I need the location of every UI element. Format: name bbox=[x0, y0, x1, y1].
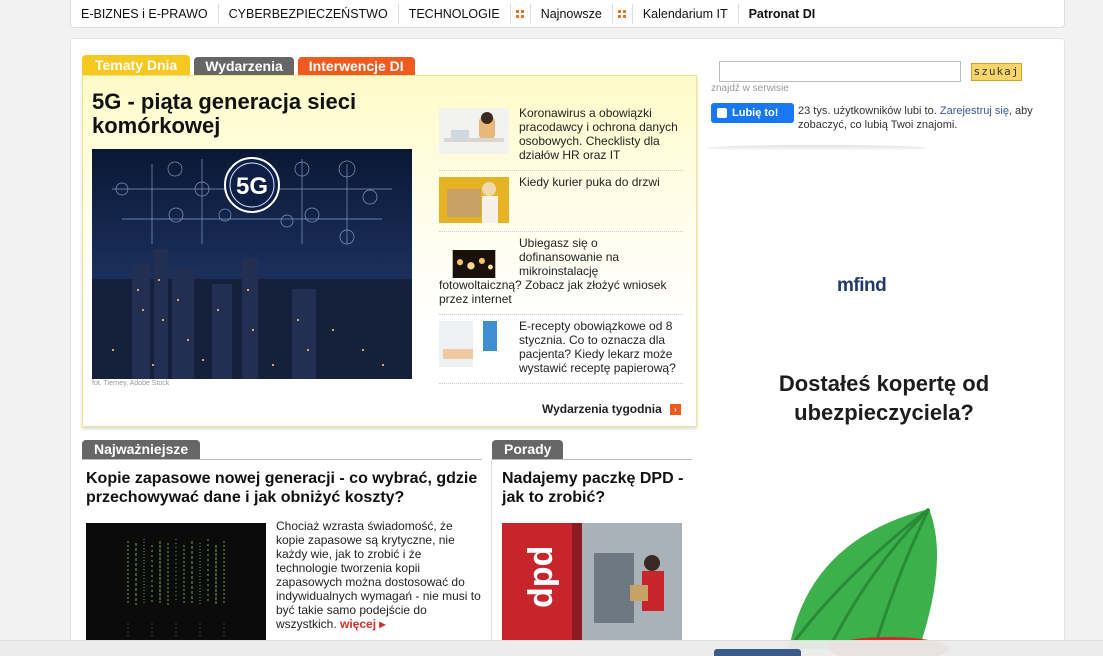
cookie-bar bbox=[0, 640, 1103, 656]
sidebar-divider bbox=[707, 145, 927, 151]
advertisement[interactable]: mfind Dostałeś kopertę od ubezpieczyciel… bbox=[739, 189, 1059, 656]
facebook-like-text: 23 tys. użytkowników lubi to. Zarejestru… bbox=[798, 105, 1033, 131]
tab-wydarzenia[interactable]: Wydarzenia bbox=[194, 57, 294, 75]
news-item[interactable]: E-recepty obowiązkowe od 8 stycznia. Co … bbox=[439, 315, 683, 384]
weekly-events-link[interactable]: Wydarzenia tygodnia › bbox=[542, 402, 681, 416]
column-divider bbox=[491, 459, 492, 656]
search-hint: znajdź w serwisie bbox=[711, 83, 789, 94]
news-thumbnail bbox=[439, 177, 509, 223]
top-navigation: E-BIZNES i E-PRAWO CYBERBEZPIECZEŃSTWO T… bbox=[70, 0, 1065, 28]
news-thumbnail bbox=[439, 321, 509, 367]
article-title[interactable]: Kopie zapasowe nowej generacji - co wybr… bbox=[86, 469, 486, 507]
facebook-like-button[interactable]: Lubię to! bbox=[711, 103, 794, 123]
main-content: Tematy Dnia Wydarzenia Interwencje DI 5G… bbox=[70, 38, 1065, 656]
featured-title[interactable]: 5G - piąta generacja sieci komórkowej bbox=[92, 90, 412, 138]
tab-tematy-dnia[interactable]: Tematy Dnia bbox=[82, 55, 191, 75]
nav-kalendarium[interactable]: Kalendarium IT bbox=[633, 3, 739, 24]
nav-technologie[interactable]: TECHNOLOGIE bbox=[399, 3, 511, 24]
read-more-link[interactable]: więcej ▸ bbox=[340, 617, 385, 631]
article-title[interactable]: Nadajemy paczkę DPD - jak to zrobić? bbox=[502, 469, 692, 507]
rss-icon[interactable] bbox=[511, 3, 531, 24]
facebook-register-link[interactable]: Zarejestruj się bbox=[940, 105, 1009, 117]
section-najwazniejsze-header: Najważniejsze bbox=[82, 440, 482, 460]
tab-interwencje[interactable]: Interwencje DI bbox=[297, 57, 415, 75]
article-image[interactable] bbox=[86, 523, 266, 641]
featured-image[interactable]: 5G bbox=[92, 149, 412, 379]
news-item[interactable]: Kiedy kurier puka do drzwi bbox=[439, 171, 683, 232]
ad-logo: mfind bbox=[837, 275, 887, 296]
topic-tabs: Tematy Dnia Wydarzenia Interwencje DI bbox=[82, 55, 415, 75]
search-input[interactable] bbox=[719, 61, 961, 82]
rss-icon[interactable] bbox=[613, 3, 633, 24]
thumbs-up-icon bbox=[717, 108, 727, 118]
news-thumbnail bbox=[439, 108, 509, 154]
cookie-accept-button[interactable] bbox=[714, 649, 801, 656]
news-item[interactable]: Koronawirus a obowiązki pracodawcy i och… bbox=[439, 102, 683, 171]
nav-cyberbezpieczenstwo[interactable]: CYBERBEZPIECZEŃSTWO bbox=[219, 3, 399, 24]
nav-ebiznes[interactable]: E-BIZNES i E-PRAWO bbox=[71, 3, 219, 24]
article-image[interactable]: dpd bbox=[502, 523, 682, 641]
article-lead: Chociaż wzrasta świadomość, że kopie zap… bbox=[276, 519, 481, 631]
news-item[interactable]: Ubiegasz się o dofinansowanie na mikroin… bbox=[439, 232, 683, 315]
ad-headline: Dostałeś kopertę od ubezpieczyciela? bbox=[778, 371, 990, 425]
news-list: Koronawirus a obowiązki pracodawcy i och… bbox=[439, 102, 683, 384]
section-porady-header: Porady bbox=[492, 440, 692, 460]
nav-patronat[interactable]: Patronat DI bbox=[739, 4, 826, 24]
dpd-logo-text: dpd bbox=[522, 546, 560, 608]
section-najwazniejsze-label: Najważniejsze bbox=[82, 440, 201, 459]
news-thumbnail bbox=[452, 250, 496, 278]
photo-credit: fot. Tierney, Adobe Stock bbox=[92, 380, 170, 387]
section-porady-label: Porady bbox=[492, 440, 564, 459]
umbrella-illustration bbox=[787, 507, 949, 656]
5g-label: 5G bbox=[236, 173, 268, 200]
search-button[interactable]: szukaj bbox=[971, 63, 1022, 81]
nav-najnowsze[interactable]: Najnowsze bbox=[531, 3, 613, 24]
featured-panel: 5G - piąta generacja sieci komórkowej 5G… bbox=[82, 75, 697, 427]
chevron-right-icon: › bbox=[669, 403, 681, 415]
